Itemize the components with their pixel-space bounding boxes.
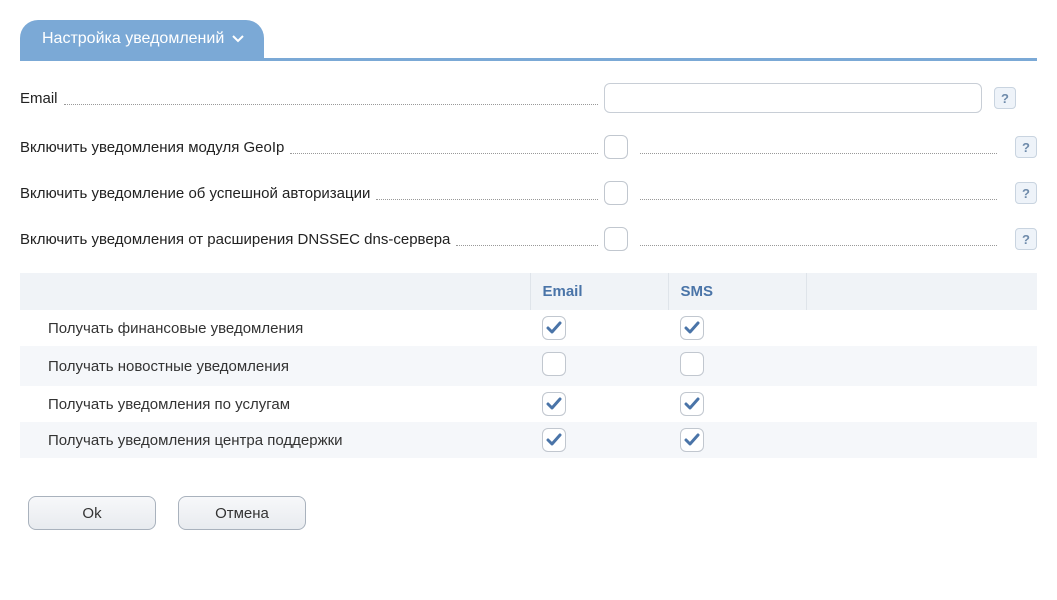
input-area: ? [604, 227, 1037, 251]
button-row: Ok Отмена [20, 496, 1037, 530]
cell-sms [668, 422, 806, 458]
ok-button[interactable]: Ok [28, 496, 156, 530]
label-area: Включить уведомления от расширения DNSSE… [20, 231, 604, 248]
cell-blank [806, 386, 1037, 422]
dotted-filler [640, 185, 997, 200]
row-label: Получать уведомления по услугам [20, 386, 530, 422]
row-email: Email ? [20, 83, 1037, 113]
input-area: ? [604, 135, 1037, 159]
table-row: Получать уведомления центра поддержки [20, 422, 1037, 458]
sms-checkbox[interactable] [680, 352, 704, 376]
table-row: Получать финансовые уведомления [20, 310, 1037, 346]
row-auth: Включить уведомление об успешной авториз… [20, 181, 1037, 205]
dotted-filler [640, 139, 997, 154]
col-header-blank [806, 273, 1037, 310]
help-icon[interactable]: ? [1015, 228, 1037, 250]
input-area: ? [604, 181, 1037, 205]
email-checkbox[interactable] [542, 392, 566, 416]
table-body: Получать финансовые уведомленияПолучать … [20, 310, 1037, 458]
dotted-filler [376, 185, 598, 200]
label-area: Включить уведомление об успешной авториз… [20, 185, 604, 202]
notification-table: Email SMS Получать финансовые уведомлени… [20, 273, 1037, 458]
sms-checkbox[interactable] [680, 428, 704, 452]
help-icon[interactable]: ? [994, 87, 1016, 109]
cell-email [530, 422, 668, 458]
chevron-down-icon [232, 35, 244, 43]
label-area: Включить уведомления модуля GeoIp [20, 139, 604, 156]
table-row: Получать уведомления по услугам [20, 386, 1037, 422]
cell-email [530, 346, 668, 386]
input-area: ? [604, 83, 1037, 113]
cell-blank [806, 346, 1037, 386]
row-label: Получать финансовые уведомления [20, 310, 530, 346]
sms-checkbox[interactable] [680, 316, 704, 340]
label-area: Email [20, 90, 604, 107]
cell-email [530, 310, 668, 346]
dnssec-checkbox[interactable] [604, 227, 628, 251]
col-header-name [20, 273, 530, 310]
email-checkbox[interactable] [542, 316, 566, 340]
col-header-sms[interactable]: SMS [668, 273, 806, 310]
email-checkbox[interactable] [542, 352, 566, 376]
dotted-filler [290, 139, 598, 154]
cell-email [530, 386, 668, 422]
dnssec-label: Включить уведомления от расширения DNSSE… [20, 231, 450, 248]
tab-notification-settings[interactable]: Настройка уведомлений [20, 20, 264, 58]
col-header-email[interactable]: Email [530, 273, 668, 310]
email-checkbox[interactable] [542, 428, 566, 452]
email-input[interactable] [604, 83, 982, 113]
row-label: Получать новостные уведомления [20, 346, 530, 386]
auth-checkbox[interactable] [604, 181, 628, 205]
help-icon[interactable]: ? [1015, 136, 1037, 158]
cell-sms [668, 310, 806, 346]
row-geoip: Включить уведомления модуля GeoIp ? [20, 135, 1037, 159]
cell-sms [668, 346, 806, 386]
sms-checkbox[interactable] [680, 392, 704, 416]
email-label: Email [20, 90, 58, 107]
cell-blank [806, 422, 1037, 458]
tab-label: Настройка уведомлений [42, 30, 224, 48]
tab-bar: Настройка уведомлений [20, 20, 1037, 61]
table-row: Получать новостные уведомления [20, 346, 1037, 386]
dotted-filler [456, 231, 598, 246]
geoip-label: Включить уведомления модуля GeoIp [20, 139, 284, 156]
auth-label: Включить уведомление об успешной авториз… [20, 185, 370, 202]
row-dnssec: Включить уведомления от расширения DNSSE… [20, 227, 1037, 251]
cancel-button[interactable]: Отмена [178, 496, 306, 530]
help-icon[interactable]: ? [1015, 182, 1037, 204]
cell-sms [668, 386, 806, 422]
settings-form: Email ? Включить уведомления модуля GeoI… [20, 61, 1037, 540]
geoip-checkbox[interactable] [604, 135, 628, 159]
dotted-filler [640, 231, 997, 246]
row-label: Получать уведомления центра поддержки [20, 422, 530, 458]
cell-blank [806, 310, 1037, 346]
dotted-filler [64, 90, 598, 105]
